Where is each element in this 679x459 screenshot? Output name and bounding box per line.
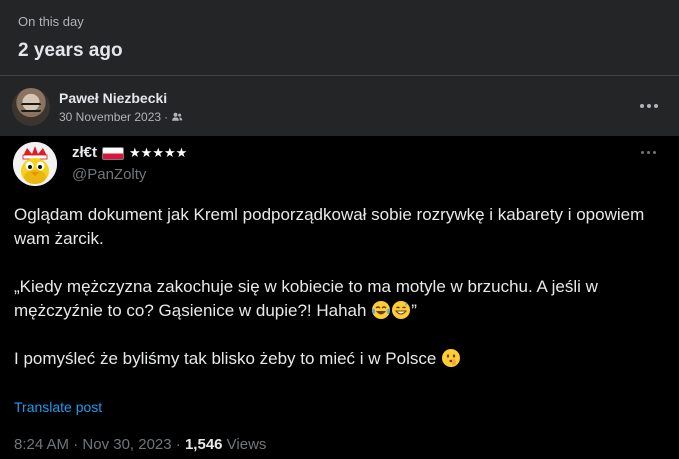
more-dots-icon: [640, 104, 658, 108]
tweet-stars: ★★★★★: [129, 145, 188, 160]
tweet-date[interactable]: Nov 30, 2023: [82, 436, 171, 453]
author-avatar[interactable]: [12, 88, 50, 126]
tears-of-joy-icon: [372, 301, 391, 319]
tweet-text: Oglądam dokument jak Kreml podporządkowa…: [14, 203, 669, 371]
poland-flag-icon: [102, 146, 125, 160]
post-header: Paweł Niezbecki 30 November 2023 ·: [0, 76, 679, 136]
tweet-more-button[interactable]: [634, 142, 662, 162]
memory-card: On this day 2 years ago Paweł Niezbecki …: [0, 0, 679, 459]
footer-separator: ·: [69, 436, 83, 453]
memory-kicker: On this day: [18, 14, 84, 29]
tweet-footer: 8:24 AM · Nov 30, 2023 · 1,546 Views: [14, 435, 266, 455]
translate-post-link[interactable]: Translate post: [14, 398, 102, 416]
friends-icon[interactable]: [171, 111, 183, 123]
shushing-face-icon: [442, 349, 461, 367]
views-count: 1,546: [184, 436, 223, 453]
avatar-glasses: [21, 103, 41, 112]
embedded-tweet[interactable]: zł€t ★★★★★ @PanZolty Oglądam dokument ja…: [0, 136, 679, 459]
post-meta: 30 November 2023 ·: [59, 109, 183, 125]
tweet-time[interactable]: 8:24 AM: [14, 436, 69, 453]
chick-avatar-icon: [13, 142, 57, 186]
tweet-avatar[interactable]: [13, 142, 57, 186]
footer-separator: ·: [171, 436, 185, 453]
tweet-paragraph-2-end: ”: [411, 301, 417, 320]
tweet-paragraph-2: „Kiedy mężczyzna zakochuje się w kobieci…: [14, 275, 669, 323]
tweet-paragraph-1: Oglądam dokument jak Kreml podporządkowa…: [14, 205, 645, 248]
tweet-display-name[interactable]: zł€t: [72, 143, 97, 163]
post-options-button[interactable]: [631, 92, 667, 120]
tweet-paragraph-3-text: I pomyśleć że byliśmy tak blisko żeby to…: [14, 349, 437, 368]
memory-header: On this day 2 years ago: [18, 14, 658, 63]
tweet-handle[interactable]: @PanZolty: [72, 165, 146, 185]
post-date[interactable]: 30 November 2023: [59, 109, 161, 125]
more-dots-icon: [640, 150, 656, 154]
tweet-name-row: zł€t ★★★★★: [72, 143, 187, 163]
memory-title: 2 years ago: [18, 40, 123, 61]
grinning-sweat-icon: [392, 301, 411, 319]
views-label: Views: [222, 436, 267, 453]
tweet-paragraph-2-text: „Kiedy mężczyzna zakochuje się w kobieci…: [14, 277, 598, 320]
meta-separator: ·: [164, 110, 169, 124]
author-name[interactable]: Paweł Niezbecki: [59, 89, 167, 107]
tweet-paragraph-3: I pomyśleć że byliśmy tak blisko żeby to…: [14, 347, 669, 371]
